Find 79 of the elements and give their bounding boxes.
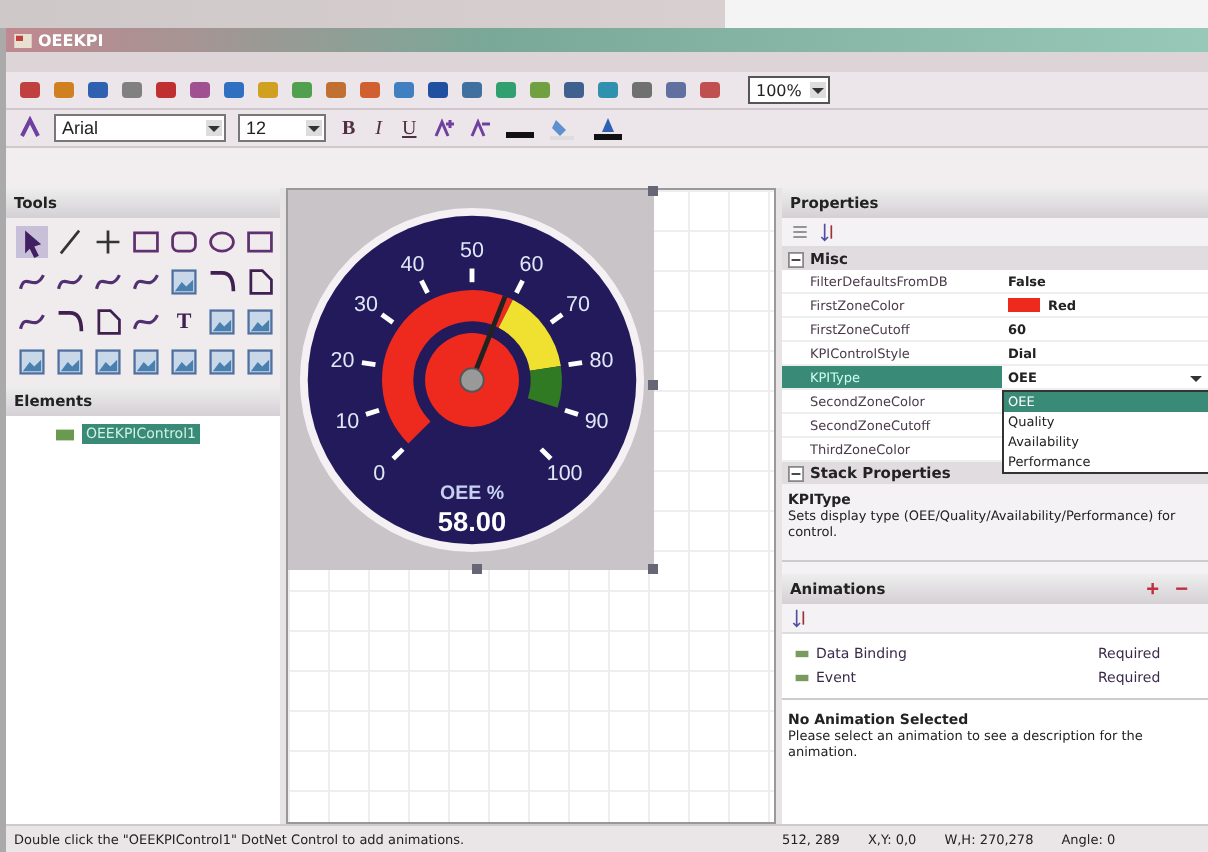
font-dropdown[interactable]: Arial xyxy=(54,114,226,142)
picture-icon[interactable] xyxy=(206,306,238,338)
line-icon[interactable] xyxy=(54,226,86,258)
gauge-tick-label: 0 xyxy=(372,462,385,487)
gauge-tick-label: 80 xyxy=(588,349,613,374)
toolbar-icon[interactable] xyxy=(494,78,518,102)
gauge-reading: 58.00 xyxy=(436,506,506,537)
ellipse-icon[interactable] xyxy=(206,226,238,258)
caret-icon xyxy=(809,82,826,98)
rounded-rectangle-icon[interactable] xyxy=(168,226,200,258)
italic-button[interactable]: I xyxy=(371,117,387,139)
gauge-tick-label: 60 xyxy=(518,253,543,278)
resize-handle[interactable] xyxy=(648,564,658,574)
collapse-icon[interactable] xyxy=(788,251,804,267)
toolbar-icon[interactable] xyxy=(664,78,688,102)
page-icon[interactable] xyxy=(92,306,124,338)
rectangle-icon[interactable] xyxy=(244,226,276,258)
gauge-tick-label: 10 xyxy=(334,410,359,435)
sort-icon[interactable] xyxy=(790,608,810,628)
caret-icon xyxy=(206,120,222,136)
gauge-tick-label: 20 xyxy=(329,349,354,374)
gauge-tick-label: 30 xyxy=(353,292,377,317)
remove-button[interactable]: − xyxy=(1167,577,1196,601)
gauge-control[interactable]: 0 10 20 30 40 50 60 70 80 90 100 OEE % 58.00 xyxy=(288,190,654,570)
picture-icon[interactable] xyxy=(54,346,86,378)
gauge-tick-label: 40 xyxy=(399,253,424,278)
picture-icon[interactable] xyxy=(244,306,276,338)
font-icon[interactable] xyxy=(18,116,42,140)
page-icon[interactable] xyxy=(244,266,276,298)
toolbar-icon[interactable] xyxy=(324,78,348,102)
toolbar-icon[interactable] xyxy=(290,78,314,102)
font-color-icon[interactable] xyxy=(592,116,625,140)
picture-icon[interactable] xyxy=(130,346,162,378)
toolbar-icon[interactable] xyxy=(630,78,654,102)
categorized-icon[interactable] xyxy=(790,222,810,242)
picture-icon[interactable] xyxy=(168,346,200,378)
resize-handle[interactable] xyxy=(648,186,658,196)
grow-font-icon[interactable] xyxy=(432,116,457,140)
bold-button[interactable]: B xyxy=(338,117,360,139)
text-tool[interactable]: T xyxy=(168,306,200,338)
resize-handle[interactable] xyxy=(648,380,658,390)
pointer-icon[interactable] xyxy=(16,226,48,258)
picture-icon[interactable] xyxy=(244,346,276,378)
toolbar-icon[interactable] xyxy=(426,78,450,102)
toolbar-icon[interactable] xyxy=(698,78,722,102)
picture-icon[interactable] xyxy=(206,346,238,378)
gauge-tick-label: 100 xyxy=(545,462,582,487)
resize-handle[interactable] xyxy=(471,564,481,574)
collapse-icon[interactable] xyxy=(788,465,804,481)
plus-icon[interactable] xyxy=(92,226,124,258)
font-size-dropdown[interactable]: 12 xyxy=(238,114,326,142)
picture-icon[interactable] xyxy=(16,346,48,378)
toolbar-icon[interactable] xyxy=(392,78,416,102)
toolbar-icon[interactable] xyxy=(18,78,42,102)
rectangle-icon[interactable] xyxy=(130,226,162,258)
toolbar-icon[interactable] xyxy=(596,78,620,102)
toolbar-icon[interactable] xyxy=(562,78,586,102)
app-icon xyxy=(14,33,32,47)
toolbar-icon[interactable] xyxy=(358,78,382,102)
picture-icon[interactable] xyxy=(168,266,200,298)
sort-icon[interactable] xyxy=(818,222,838,242)
picture-icon[interactable] xyxy=(92,346,124,378)
gauge-tick-label: 50 xyxy=(459,238,483,263)
toolbar-icon[interactable] xyxy=(188,78,212,102)
underline-button[interactable]: U xyxy=(398,117,421,139)
toolbar-icon[interactable] xyxy=(154,78,178,102)
gauge-caption: OEE % xyxy=(438,483,504,506)
shrink-font-icon[interactable] xyxy=(468,116,493,140)
gauge-tick-label: 90 xyxy=(583,410,608,435)
toolbar-icon[interactable] xyxy=(460,78,484,102)
toolbar-icon[interactable] xyxy=(222,78,246,102)
add-button[interactable]: + xyxy=(1138,577,1168,601)
window-title: OEEKPI xyxy=(38,31,104,49)
toolbar-icon[interactable] xyxy=(86,78,110,102)
control-icon xyxy=(54,425,76,443)
toolbar-icon[interactable] xyxy=(120,78,144,102)
caret-icon xyxy=(306,120,322,136)
gauge-tick-label: 70 xyxy=(565,292,589,317)
zoom-dropdown[interactable]: 100% xyxy=(748,76,830,104)
